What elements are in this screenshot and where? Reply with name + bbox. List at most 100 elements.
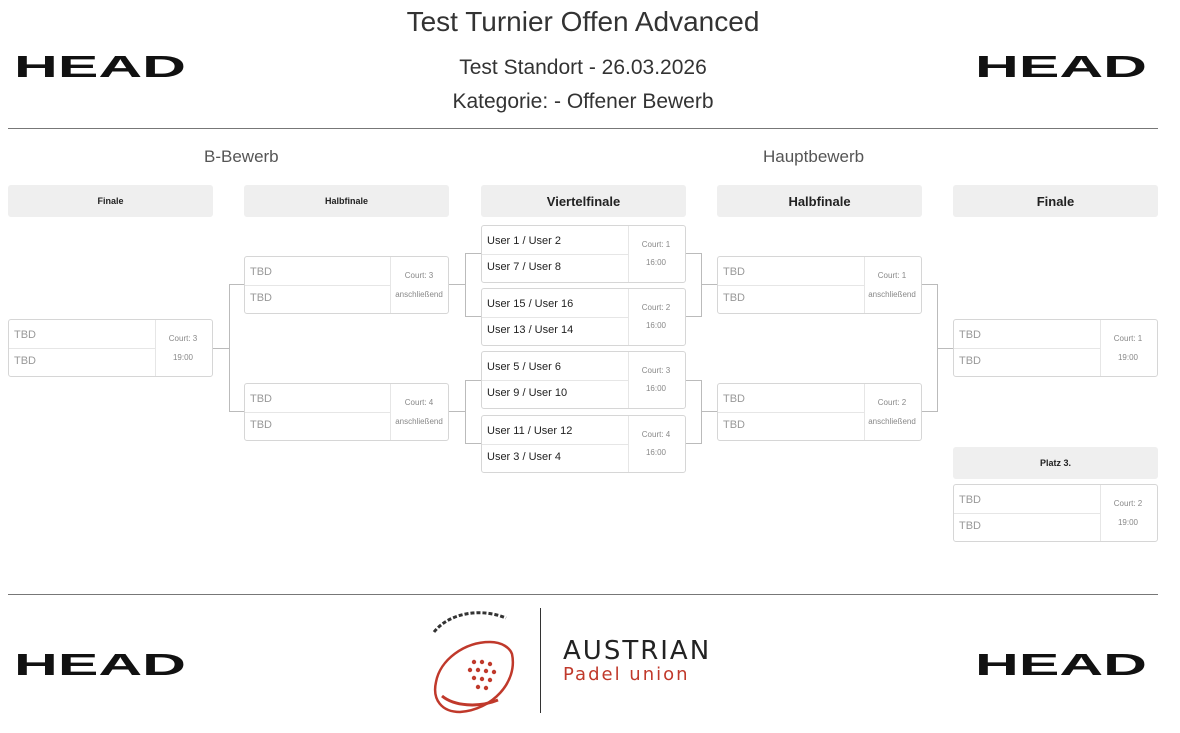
team-2: TBD: [250, 419, 272, 431]
match-court: Court: 3: [404, 271, 434, 280]
column-header-b-halbfinale: Halbfinale: [244, 185, 449, 217]
bracket-connector: [937, 348, 953, 349]
match-time: 16:00: [645, 258, 667, 267]
bracket-connector: [465, 253, 481, 254]
union-name-line1: AUSTRIAN: [563, 636, 712, 666]
column-header-h-halbfinale: Halbfinale: [717, 185, 922, 217]
match-time: 19:00: [172, 353, 194, 362]
match-quarterfinal-2[interactable]: User 15 / User 16 User 13 / User 14 Cour…: [481, 288, 686, 346]
bracket-connector: [465, 316, 481, 317]
head-logo-text: HEAD: [14, 50, 186, 80]
team-2: User 9 / User 10: [487, 387, 568, 399]
match-b-semi-2[interactable]: TBD TBD Court: 4 anschließend: [244, 383, 449, 441]
footer-divider: [8, 594, 1158, 595]
bracket-connector: [229, 284, 230, 412]
bracket-connector: [701, 411, 717, 412]
team-1: TBD: [14, 329, 36, 341]
match-third-place[interactable]: TBD TBD Court: 2 19:00: [953, 484, 1158, 542]
team-2: User 13 / User 14: [487, 324, 574, 336]
match-time: anschließend: [868, 417, 916, 426]
column-header-viertelfinale: Viertelfinale: [481, 185, 686, 217]
team-2: TBD: [250, 292, 272, 304]
team-2: User 3 / User 4: [487, 451, 561, 463]
column-header-b-finale: Finale: [8, 185, 213, 217]
team-1: TBD: [723, 393, 745, 405]
team-1: User 11 / User 12: [487, 425, 573, 437]
head-logo-text: HEAD: [14, 648, 186, 678]
tournament-title: Test Turnier Offen Advanced: [406, 6, 760, 37]
head-logo-top-right: HEAD: [975, 50, 1147, 80]
section-hauptbewerb: Hauptbewerb: [763, 147, 865, 166]
team-1: User 1 / User 2: [487, 235, 561, 247]
match-time: 16:00: [645, 384, 667, 393]
team-2: User 7 / User 8: [487, 261, 561, 273]
team-1: TBD: [959, 494, 981, 506]
match-b-final[interactable]: TBD TBD Court: 3 19:00: [8, 319, 213, 377]
match-time: anschließend: [395, 417, 443, 426]
bracket-connector: [465, 380, 481, 381]
match-court: Court: 2: [877, 398, 907, 407]
match-quarterfinal-1[interactable]: User 1 / User 2 User 7 / User 8 Court: 1…: [481, 225, 686, 283]
match-court: Court: 1: [877, 271, 907, 280]
head-logo-text: HEAD: [975, 648, 1147, 678]
padel-racket-icon: [432, 611, 515, 714]
bracket-connector: [465, 380, 466, 444]
bracket-connector: [922, 284, 938, 285]
team-1: TBD: [959, 329, 981, 341]
team-1: TBD: [250, 266, 272, 278]
match-court: Court: 4: [641, 430, 671, 439]
bracket-connector: [465, 253, 466, 316]
team-1: TBD: [250, 393, 272, 405]
match-time: 19:00: [1117, 353, 1139, 362]
match-main-semi-1[interactable]: TBD TBD Court: 1 anschließend: [717, 256, 922, 314]
bracket-connector: [449, 411, 465, 412]
match-quarterfinal-4[interactable]: User 11 / User 12 User 3 / User 4 Court:…: [481, 415, 686, 473]
column-header-platz3: Platz 3.: [953, 447, 1158, 479]
bracket-connector: [229, 284, 244, 285]
team-2: TBD: [723, 419, 745, 431]
team-2: TBD: [14, 355, 36, 367]
head-logo-bottom-left: HEAD: [14, 648, 186, 678]
team-1: TBD: [723, 266, 745, 278]
match-court: Court: 4: [404, 398, 434, 407]
match-time: 19:00: [1117, 518, 1139, 527]
match-court: Court: 1: [641, 240, 671, 249]
bracket-connector: [213, 348, 229, 349]
match-time: anschließend: [395, 290, 443, 299]
bracket-connector: [686, 253, 702, 254]
bracket-connector: [686, 316, 702, 317]
head-logo-text: HEAD: [975, 50, 1147, 80]
match-court: Court: 1: [1113, 334, 1143, 343]
match-main-semi-2[interactable]: TBD TBD Court: 2 anschließend: [717, 383, 922, 441]
union-name-line2: Padel union: [563, 664, 690, 685]
bracket-connector: [701, 380, 702, 444]
team-1: User 15 / User 16: [487, 298, 574, 310]
bracket-connector: [922, 411, 938, 412]
match-time: 16:00: [645, 448, 667, 457]
bracket-connector: [686, 380, 702, 381]
logo-divider: [540, 608, 541, 713]
bracket-connector: [701, 284, 717, 285]
header-divider: [8, 128, 1158, 129]
tournament-category: Kategorie: - Offener Bewerb: [452, 90, 714, 113]
bracket-connector: [465, 443, 481, 444]
match-court: Court: 3: [168, 334, 198, 343]
match-time: 16:00: [645, 321, 667, 330]
match-court: Court: 2: [1113, 499, 1143, 508]
head-logo-bottom-right: HEAD: [975, 648, 1147, 678]
match-b-semi-1[interactable]: TBD TBD Court: 3 anschließend: [244, 256, 449, 314]
bracket-connector: [686, 443, 702, 444]
bracket-connector: [449, 284, 465, 285]
bracket-connector: [229, 411, 244, 412]
team-2: TBD: [959, 520, 981, 532]
match-quarterfinal-3[interactable]: User 5 / User 6 User 9 / User 10 Court: …: [481, 351, 686, 409]
match-time: anschließend: [868, 290, 916, 299]
match-court: Court: 3: [641, 366, 671, 375]
match-court: Court: 2: [641, 303, 671, 312]
section-b-bewerb: B-Bewerb: [204, 147, 279, 166]
team-2: TBD: [959, 355, 981, 367]
column-header-h-finale: Finale: [953, 185, 1158, 217]
match-main-final[interactable]: TBD TBD Court: 1 19:00: [953, 319, 1158, 377]
head-logo-top-left: HEAD: [14, 50, 186, 80]
team-2: TBD: [723, 292, 745, 304]
